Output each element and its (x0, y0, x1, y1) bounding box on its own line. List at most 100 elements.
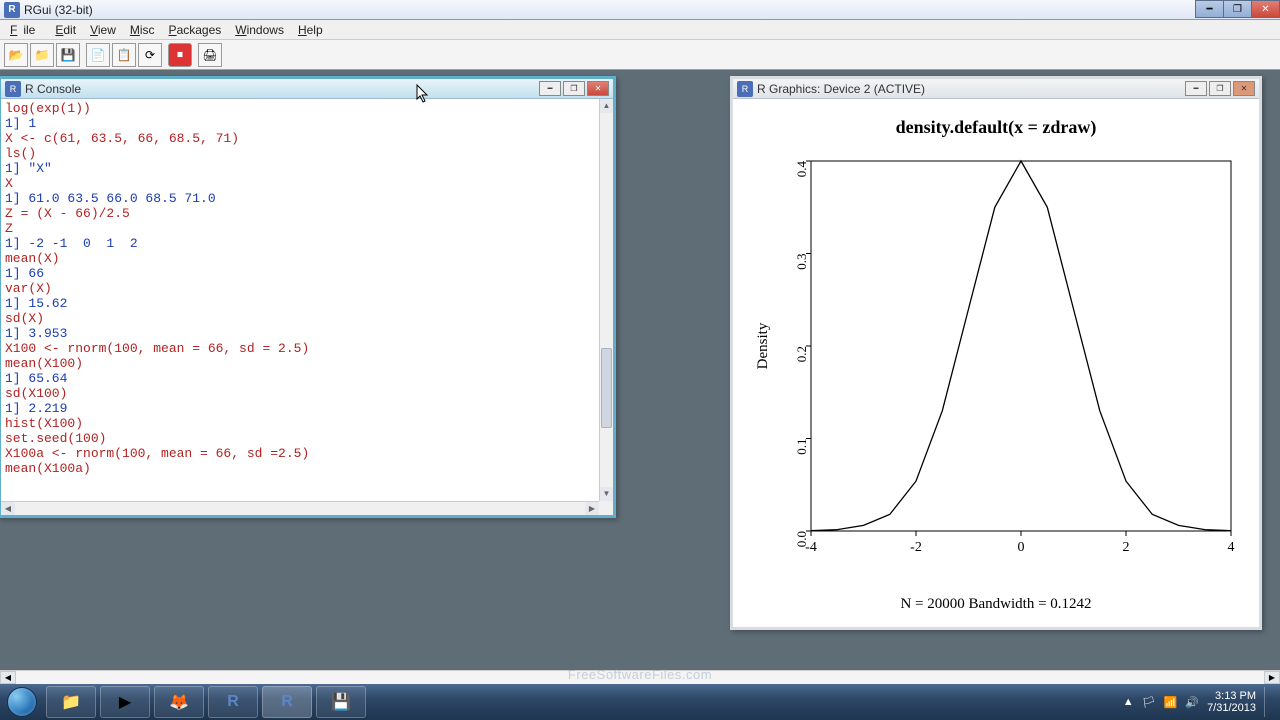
graphics-title: R Graphics: Device 2 (ACTIVE) (757, 82, 925, 96)
scroll-up-arrow[interactable]: ▲ (600, 99, 613, 113)
scroll-left-arrow[interactable]: ◀ (1, 502, 15, 515)
plot-subtitle: N = 20000 Bandwidth = 0.1242 (733, 596, 1259, 613)
menu-windows[interactable]: Windows (229, 21, 290, 39)
save-workspace-button[interactable]: 💾 (56, 43, 80, 67)
maximize-button[interactable]: ❐ (1223, 0, 1252, 18)
watermark: FreeSoftwareFiles.com (568, 667, 712, 682)
scroll-thumb[interactable] (601, 348, 612, 428)
menu-help[interactable]: Help (292, 21, 329, 39)
r-console-window[interactable]: R R Console ━ ❐ ✕ log(exp(1))1] 1X <- c(… (0, 76, 616, 518)
console-command-line: mean(X100a) (5, 461, 595, 476)
tray-show-hidden-icon[interactable]: ▲ (1123, 696, 1134, 708)
paste-button[interactable]: 📋 (112, 43, 136, 67)
svg-text:0.2: 0.2 (794, 346, 809, 362)
menu-view[interactable]: View (84, 21, 122, 39)
main-scroll-left-arrow[interactable]: ◀ (0, 671, 16, 684)
console-command-line: hist(X100) (5, 416, 595, 431)
r-graphics-icon: R (737, 81, 753, 97)
console-minimize-button[interactable]: ━ (539, 81, 561, 96)
console-command-line: log(exp(1)) (5, 101, 595, 116)
graphics-maximize-button[interactable]: ❐ (1209, 81, 1231, 96)
scroll-right-arrow[interactable]: ▶ (585, 502, 599, 515)
menu-edit[interactable]: Edit (49, 21, 82, 39)
mdi-client-area: R R Console ━ ❐ ✕ log(exp(1))1] 1X <- c(… (0, 70, 1280, 678)
r-console-icon: R (5, 81, 21, 97)
print-button[interactable]: 🖨 (198, 43, 222, 67)
svg-text:0: 0 (1018, 540, 1025, 555)
density-plot: 0.00.10.20.30.4-4-2024Density (751, 151, 1241, 591)
console-maximize-button[interactable]: ❐ (563, 81, 585, 96)
taskbar-explorer[interactable]: 📁 (46, 686, 96, 718)
console-command-line: ls() (5, 146, 595, 161)
open-script-button[interactable]: 📂 (4, 43, 28, 67)
tray-date: 7/31/2013 (1207, 702, 1256, 714)
svg-text:0.1: 0.1 (794, 439, 809, 455)
toolbar: 📂 📁 💾 📄 📋 ⟳ ⏹ 🖨 (0, 40, 1280, 70)
main-scroll-right-arrow[interactable]: ▶ (1264, 671, 1280, 684)
taskbar-r-2[interactable]: R (262, 686, 312, 718)
scroll-down-arrow[interactable]: ▼ (600, 487, 613, 501)
menu-misc[interactable]: Misc (124, 21, 161, 39)
console-command-line: var(X) (5, 281, 595, 296)
console-output-line: 1] 65.64 (5, 371, 595, 386)
menu-packages[interactable]: Packages (163, 21, 228, 39)
console-horizontal-scrollbar[interactable]: ◀ ▶ (1, 501, 599, 515)
windows-taskbar: 📁 ▶ 🦊 R R 💾 ▲ 🏳 📶 🔊 3:13 PM 7/31/2013 (0, 684, 1280, 720)
copy-button[interactable]: 📄 (86, 43, 110, 67)
console-output-line: 1] 3.953 (5, 326, 595, 341)
tray-network-icon[interactable]: 📶 (1164, 696, 1178, 709)
close-button[interactable]: ✕ (1251, 0, 1280, 18)
tray-volume-icon[interactable]: 🔊 (1185, 696, 1199, 709)
taskbar-save[interactable]: 💾 (316, 686, 366, 718)
svg-text:-2: -2 (910, 540, 922, 555)
svg-text:4: 4 (1228, 540, 1235, 555)
svg-text:0.3: 0.3 (794, 254, 809, 270)
console-output[interactable]: log(exp(1))1] 1X <- c(61, 63.5, 66, 68.5… (1, 99, 599, 501)
minimize-button[interactable]: ━ (1195, 0, 1224, 18)
main-titlebar: R RGui (32-bit) ━ ❐ ✕ (0, 0, 1280, 20)
tray-action-center-icon[interactable]: 🏳 (1142, 696, 1156, 709)
start-button[interactable] (0, 684, 44, 720)
console-command-line: X (5, 176, 595, 191)
copy-paste-button[interactable]: ⟳ (138, 43, 162, 67)
taskbar-r-1[interactable]: R (208, 686, 258, 718)
svg-text:Density: Density (755, 322, 771, 369)
stop-button[interactable]: ⏹ (168, 43, 192, 67)
graphics-canvas: density.default(x = zdraw) 0.00.10.20.30… (733, 99, 1259, 627)
svg-text:2: 2 (1123, 540, 1130, 555)
console-close-button[interactable]: ✕ (587, 81, 609, 96)
console-command-line: X <- c(61, 63.5, 66, 68.5, 71) (5, 131, 595, 146)
graphics-close-button[interactable]: ✕ (1233, 81, 1255, 96)
console-titlebar[interactable]: R R Console ━ ❐ ✕ (1, 79, 613, 99)
console-output-line: 1] "X" (5, 161, 595, 176)
scroll-corner (599, 501, 613, 515)
console-output-line: 1] -2 -1 0 1 2 (5, 236, 595, 251)
console-vertical-scrollbar[interactable]: ▲ ▼ (599, 99, 613, 501)
load-workspace-button[interactable]: 📁 (30, 43, 54, 67)
console-output-line: 1] 2.219 (5, 401, 595, 416)
console-output-line: 1] 1 (5, 116, 595, 131)
taskbar-media-player[interactable]: ▶ (100, 686, 150, 718)
console-output-line: 1] 61.0 63.5 66.0 68.5 71.0 (5, 191, 595, 206)
window-title: RGui (32-bit) (24, 3, 93, 17)
svg-text:-4: -4 (805, 540, 817, 555)
menu-file[interactable]: File (4, 21, 47, 39)
menubar: File Edit View Misc Packages Windows Hel… (0, 20, 1280, 40)
console-command-line: X100 <- rnorm(100, mean = 66, sd = 2.5) (5, 341, 595, 356)
r-graphics-window[interactable]: R R Graphics: Device 2 (ACTIVE) ━ ❐ ✕ de… (730, 76, 1262, 630)
taskbar-firefox[interactable]: 🦊 (154, 686, 204, 718)
console-command-line: mean(X) (5, 251, 595, 266)
console-title: R Console (25, 82, 81, 96)
show-desktop-button[interactable] (1264, 687, 1272, 717)
console-command-line: mean(X100) (5, 356, 595, 371)
system-tray: ▲ 🏳 📶 🔊 3:13 PM 7/31/2013 (1115, 687, 1280, 717)
graphics-titlebar[interactable]: R R Graphics: Device 2 (ACTIVE) ━ ❐ ✕ (733, 79, 1259, 99)
console-command-line: sd(X) (5, 311, 595, 326)
console-output-line: 1] 66 (5, 266, 595, 281)
tray-clock[interactable]: 3:13 PM 7/31/2013 (1207, 690, 1256, 714)
graphics-minimize-button[interactable]: ━ (1185, 81, 1207, 96)
console-command-line: Z (5, 221, 595, 236)
console-command-line: sd(X100) (5, 386, 595, 401)
rgui-app-icon: R (4, 2, 20, 18)
plot-title: density.default(x = zdraw) (733, 117, 1259, 138)
